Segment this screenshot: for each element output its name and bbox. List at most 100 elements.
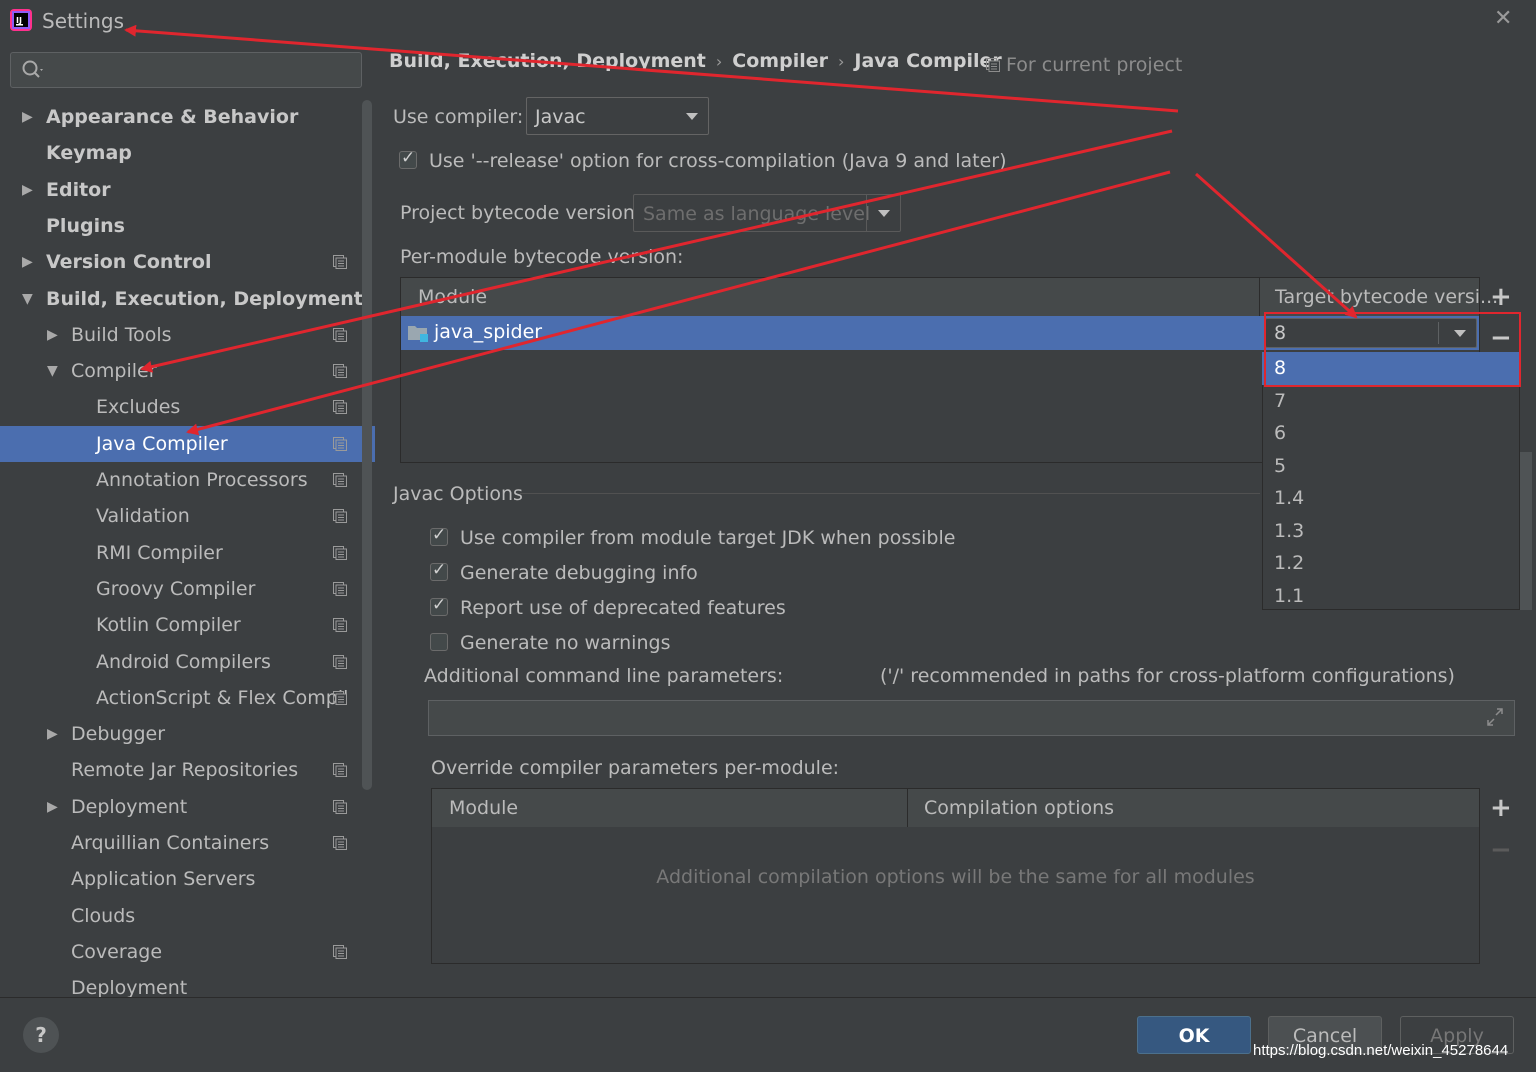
dropdown-option[interactable]: 7 <box>1262 385 1520 418</box>
sidebar-item-label: Keymap <box>46 142 132 164</box>
project-scope-icon <box>333 328 347 342</box>
dropdown-scrollbar[interactable] <box>1520 452 1532 610</box>
chevron-down-icon <box>686 113 698 120</box>
override-empty-text: Additional compilation options will be t… <box>656 866 1255 888</box>
collapsed-arrow-icon[interactable]: ▶ <box>47 317 58 353</box>
sidebar-scrollbar[interactable] <box>362 100 372 790</box>
section-divider <box>520 493 1260 494</box>
breadcrumb-item: Compiler <box>732 50 828 72</box>
sidebar-item[interactable]: ▶ Debugger <box>0 716 375 752</box>
additional-params-label: Additional command line parameters: <box>424 665 784 687</box>
remove-override-button[interactable]: − <box>1490 835 1512 865</box>
additional-params-input[interactable] <box>428 700 1515 736</box>
dropdown-option[interactable]: 1.4 <box>1262 482 1520 515</box>
sidebar-item[interactable]: ▼ Build, Execution, Deployment <box>0 281 375 317</box>
collapsed-arrow-icon[interactable]: ▶ <box>22 172 33 208</box>
dropdown-option[interactable]: 1.3 <box>1262 515 1520 548</box>
javac-options-title: Javac Options <box>393 483 523 505</box>
project-bytecode-placeholder: Same as language level <box>643 203 871 225</box>
breadcrumb-separator: › <box>715 52 723 71</box>
ok-button[interactable]: OK <box>1137 1016 1251 1054</box>
breadcrumb: Build, Execution, Deployment › Compiler › Ja… <box>389 50 1002 72</box>
project-scope-icon <box>333 945 347 959</box>
sidebar-item-label: Application Servers <box>71 868 256 890</box>
project-scope-icon <box>333 836 347 850</box>
sidebar-item[interactable]: Android Compilers <box>0 644 375 680</box>
add-override-button[interactable]: + <box>1490 793 1512 823</box>
window-title: Settings <box>42 9 125 33</box>
module-table-header: Module Target bytecode versi... <box>401 278 1498 316</box>
sidebar-item[interactable]: ▶ Deployment <box>0 789 375 825</box>
breadcrumb-item: Java Compiler <box>854 50 1002 72</box>
sidebar-item[interactable]: ▶ Appearance & Behavior <box>0 99 375 135</box>
sidebar-item[interactable]: RMI Compiler <box>0 535 375 571</box>
release-option-label: Use '--release' option for cross-compila… <box>429 150 1007 172</box>
sidebar-item-label: Editor <box>46 179 111 201</box>
column-header-module[interactable]: Module <box>418 286 487 308</box>
dropdown-option[interactable]: 1.2 <box>1262 547 1520 580</box>
help-button[interactable]: ? <box>23 1017 59 1053</box>
dropdown-option[interactable]: 6 <box>1262 417 1520 450</box>
sidebar-item[interactable]: Groovy Compiler <box>0 571 375 607</box>
sidebar-item[interactable]: Annotation Processors <box>0 462 375 498</box>
sidebar-item[interactable]: ▶ Build Tools <box>0 317 375 353</box>
sidebar-item[interactable]: Java Compiler <box>0 426 375 462</box>
sidebar-item[interactable]: ▼ Compiler <box>0 353 375 389</box>
collapsed-arrow-icon[interactable]: ▶ <box>47 789 58 825</box>
search-icon <box>22 60 43 78</box>
dropdown-option[interactable]: 1.1 <box>1262 580 1520 613</box>
sidebar-item[interactable]: Kotlin Compiler <box>0 607 375 643</box>
column-header-target[interactable]: Target bytecode versi... <box>1275 286 1498 308</box>
sidebar-item-label: Annotation Processors <box>96 469 308 491</box>
sidebar-item[interactable]: Arquillian Containers <box>0 825 375 861</box>
sidebar-item-label: Arquillian Containers <box>71 832 270 854</box>
javac-option-label: Generate debugging info <box>460 562 698 584</box>
scope-label: For current project <box>1006 54 1183 76</box>
sidebar-item-label: Clouds <box>71 905 136 927</box>
collapsed-arrow-icon[interactable]: ▶ <box>22 244 33 280</box>
dropdown-option[interactable]: 5 <box>1262 450 1520 483</box>
sidebar-item-label: Compiler <box>71 360 157 382</box>
search-input[interactable] <box>10 52 362 88</box>
project-scope-icon <box>986 58 1000 72</box>
javac-option-checkbox[interactable] <box>430 633 448 651</box>
combo-divider <box>866 195 867 231</box>
add-module-button[interactable]: + <box>1490 282 1512 312</box>
release-option-checkbox[interactable] <box>399 148 417 169</box>
javac-option-checkbox[interactable] <box>430 595 448 616</box>
sidebar-item[interactable]: ActionScript & Flex Compil <box>0 680 375 716</box>
compiler-select-value: Javac <box>535 106 586 128</box>
column-header-module[interactable]: Module <box>449 797 518 819</box>
sidebar-item[interactable]: Clouds <box>0 898 375 934</box>
sidebar-item[interactable]: ▶ Version Control <box>0 244 375 280</box>
sidebar-item[interactable]: Plugins <box>0 208 375 244</box>
sidebar-item-label: Java Compiler <box>96 433 228 455</box>
project-scope-icon <box>333 800 347 814</box>
dropdown-option-label: 6 <box>1274 422 1287 444</box>
close-icon[interactable]: ✕ <box>1494 6 1512 31</box>
project-bytecode-label: Project bytecode version: <box>400 202 642 224</box>
sidebar-item-label: Deployment <box>71 796 188 818</box>
compiler-select[interactable]: Javac <box>526 97 709 135</box>
sidebar-item[interactable]: Application Servers <box>0 861 375 897</box>
project-scope-icon <box>333 364 347 378</box>
sidebar-item[interactable]: Validation <box>0 498 375 534</box>
expanded-arrow-icon[interactable]: ▼ <box>47 353 58 389</box>
expand-icon[interactable] <box>1486 707 1504 727</box>
javac-option-checkbox[interactable] <box>430 525 448 546</box>
project-scope-icon <box>333 582 347 596</box>
sidebar-item-label: Plugins <box>46 215 125 237</box>
project-bytecode-select[interactable]: Same as language level <box>633 194 901 232</box>
sidebar-item[interactable]: Excludes <box>0 389 375 425</box>
project-scope-icon <box>333 400 347 414</box>
expanded-arrow-icon[interactable]: ▼ <box>22 281 33 317</box>
javac-option-checkbox[interactable] <box>430 560 448 581</box>
collapsed-arrow-icon[interactable]: ▶ <box>22 99 33 135</box>
sidebar-item[interactable]: Coverage <box>0 934 375 970</box>
dropdown-option-label: 1.4 <box>1274 487 1305 509</box>
collapsed-arrow-icon[interactable]: ▶ <box>47 716 58 752</box>
sidebar-item[interactable]: Keymap <box>0 135 375 171</box>
sidebar-item[interactable]: ▶ Editor <box>0 172 375 208</box>
column-header-compilation-options[interactable]: Compilation options <box>924 797 1114 819</box>
sidebar-item[interactable]: Remote Jar Repositories <box>0 752 375 788</box>
